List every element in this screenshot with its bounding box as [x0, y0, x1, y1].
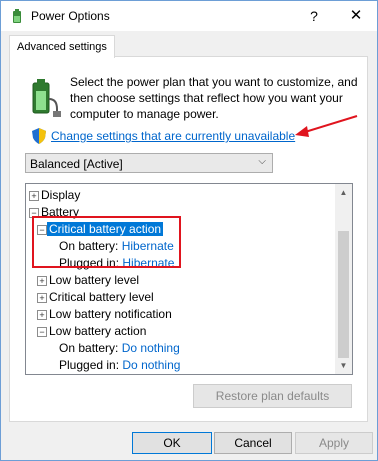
tree-item-low-battery-action[interactable]: − Low battery action	[37, 323, 146, 340]
collapse-minus-icon[interactable]: −	[37, 225, 47, 235]
tree-item-critical-on-battery[interactable]: On battery: Hibernate	[59, 238, 174, 255]
tree-label: Display	[41, 188, 81, 202]
scrollbar-thumb[interactable]	[338, 231, 349, 358]
cancel-button[interactable]: Cancel	[214, 432, 292, 454]
close-button[interactable]: ✕	[346, 6, 366, 26]
apply-button[interactable]: Apply	[295, 432, 373, 454]
ok-button[interactable]: OK	[132, 432, 212, 454]
tree-item-low-plugged-in[interactable]: Plugged in: Do nothing	[59, 357, 180, 374]
annotation-arrow	[295, 115, 358, 137]
expand-plus-icon[interactable]: +	[37, 310, 47, 320]
change-settings-link[interactable]: Change settings that are currently unava…	[51, 129, 295, 143]
setting-label: Plugged in:	[59, 256, 120, 270]
tree-item-battery[interactable]: − Battery	[29, 204, 79, 221]
chevron-down-icon: ⌵	[258, 156, 266, 167]
tree-item-critical-battery-level[interactable]: + Critical battery level	[37, 289, 154, 306]
tab-label: Advanced settings	[17, 41, 107, 53]
expand-plus-icon[interactable]: +	[37, 276, 47, 286]
setting-value-link[interactable]: Do nothing	[122, 341, 180, 355]
tree-item-low-battery-level[interactable]: + Low battery level	[37, 272, 139, 289]
tab-advanced-settings[interactable]: Advanced settings	[9, 35, 115, 58]
setting-label: On battery:	[59, 239, 119, 253]
title-bar: Power Options ? ✕	[1, 1, 377, 31]
setting-value-link[interactable]: Do nothing	[122, 358, 180, 372]
battery-plug-icon	[32, 79, 61, 117]
setting-value-link[interactable]: Hibernate	[122, 256, 174, 270]
collapse-minus-icon[interactable]: −	[29, 208, 39, 218]
setting-label: On battery:	[59, 341, 119, 355]
tree-label-selected: Critical battery action	[47, 222, 164, 236]
tree-item-display[interactable]: + Display	[29, 187, 80, 204]
tree-item-critical-plugged-in[interactable]: Plugged in: Hibernate	[59, 255, 174, 272]
uac-shield-icon	[32, 128, 46, 144]
tree-label: Low battery action	[49, 324, 147, 338]
tree-label: Low battery level	[49, 273, 140, 287]
tree-scrollbar[interactable]: ▲ ▼	[335, 184, 352, 374]
tree-label: Critical battery level	[49, 290, 154, 304]
collapse-minus-icon[interactable]: −	[37, 327, 47, 337]
settings-tree[interactable]: + Display − Battery − Critical battery a…	[25, 183, 353, 375]
scroll-up-arrow-icon[interactable]: ▲	[335, 184, 352, 201]
tree-label: Battery	[41, 205, 80, 219]
power-plan-select[interactable]: Balanced [Active] ⌵	[25, 153, 273, 173]
setting-label: Plugged in:	[59, 358, 120, 372]
power-options-window: Power Options ? ✕ Advanced settings Sele…	[0, 0, 378, 461]
help-button[interactable]: ?	[304, 6, 324, 26]
expand-plus-icon[interactable]: +	[37, 293, 47, 303]
scroll-down-arrow-icon[interactable]: ▼	[335, 357, 352, 374]
tree-item-low-on-battery[interactable]: On battery: Do nothing	[59, 340, 180, 357]
restore-plan-defaults-button[interactable]: Restore plan defaults	[193, 384, 352, 408]
tree-item-low-battery-notification[interactable]: + Low battery notification	[37, 306, 172, 323]
tree-label: Low battery notification	[49, 307, 172, 321]
window-title: Power Options	[31, 9, 110, 23]
power-options-app-icon	[13, 9, 21, 23]
expand-plus-icon[interactable]: +	[29, 191, 39, 201]
power-plan-value: Balanced [Active]	[30, 157, 123, 171]
tree-item-critical-battery-action[interactable]: − Critical battery action	[37, 221, 164, 238]
setting-value-link[interactable]: Hibernate	[122, 239, 174, 253]
